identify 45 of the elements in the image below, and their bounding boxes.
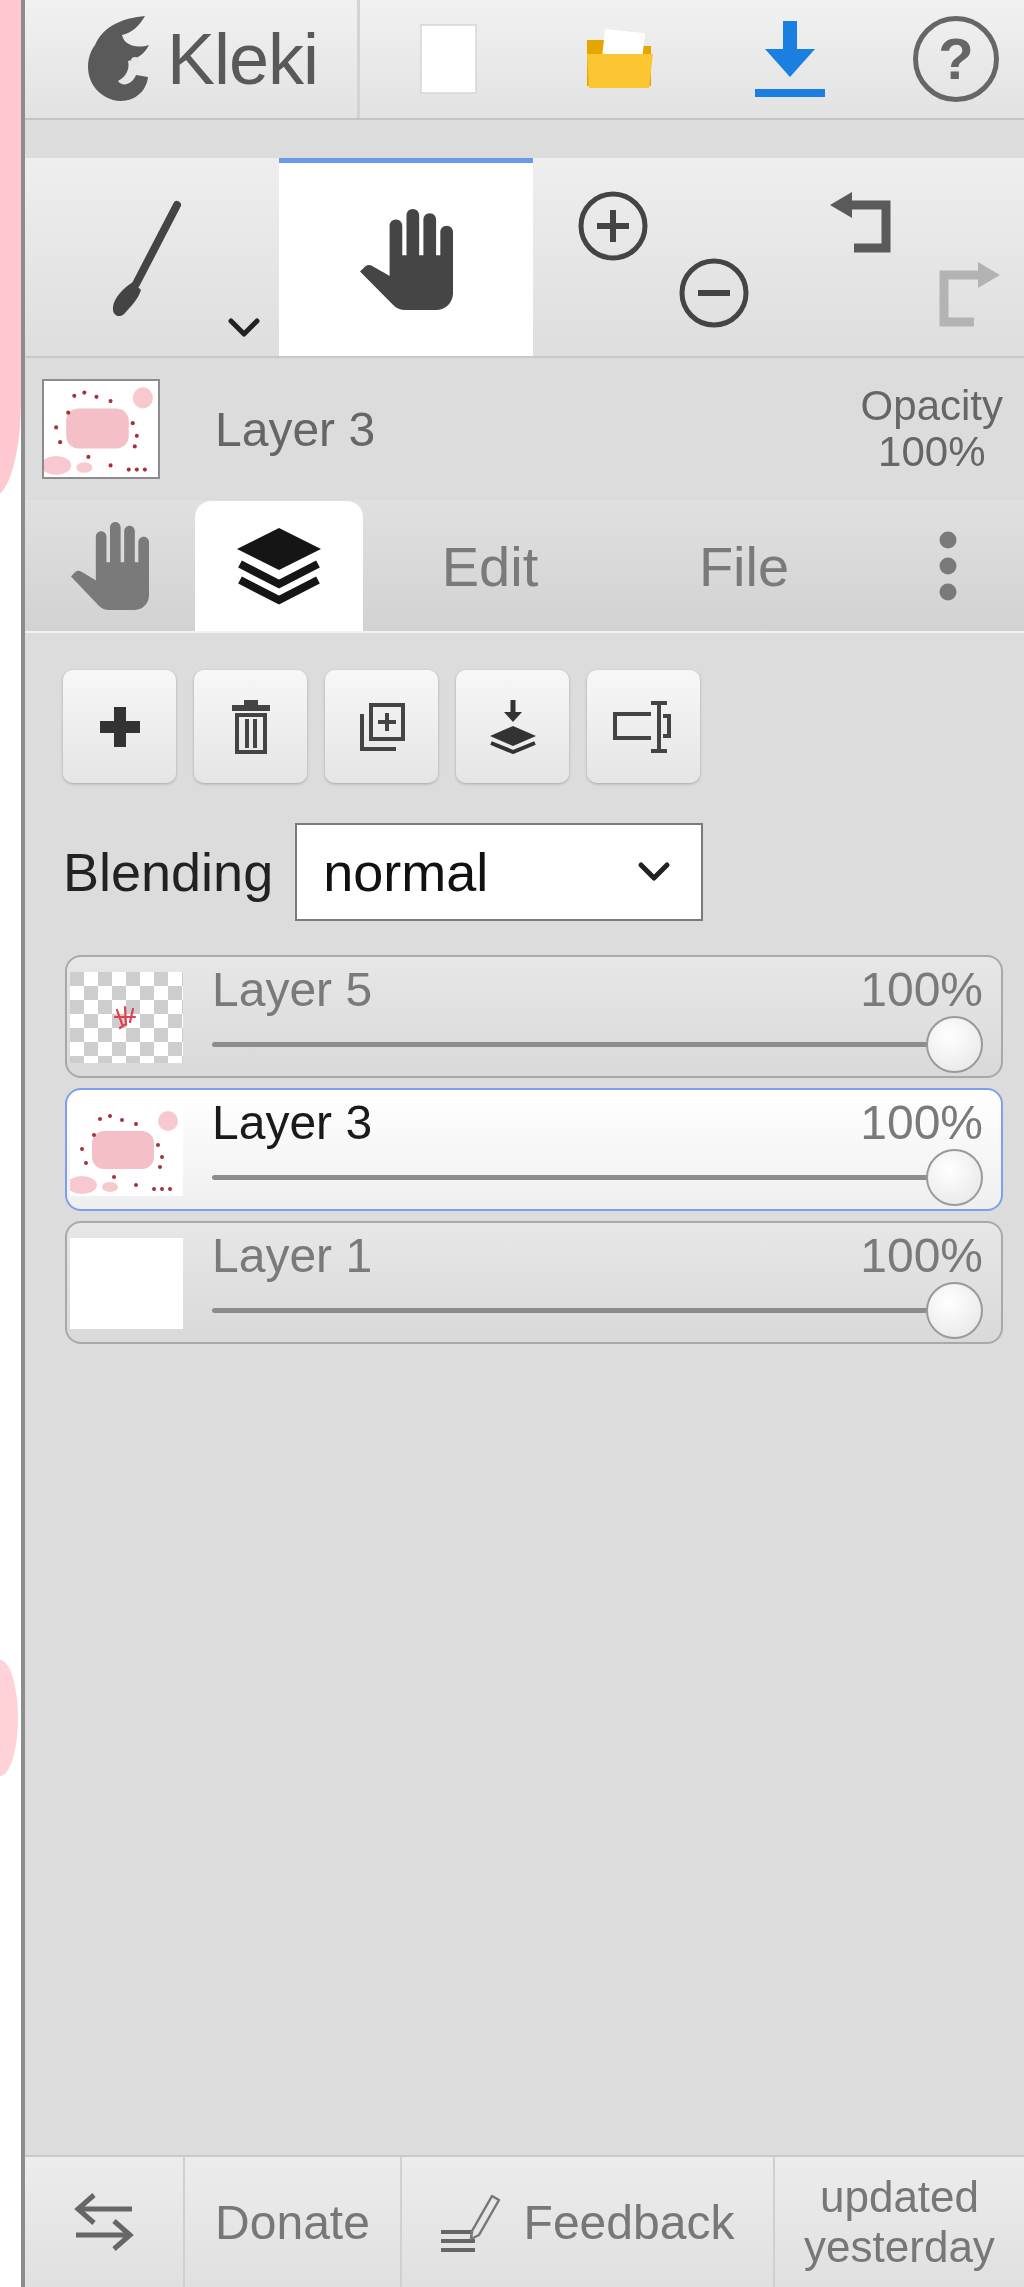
tab[interactable] <box>195 501 363 631</box>
caret-icon <box>637 861 672 883</box>
hand-tool-button[interactable] <box>279 158 533 356</box>
add-layer-button[interactable] <box>63 670 176 783</box>
feedback-button[interactable]: Feedback <box>400 2157 773 2287</box>
caret-icon <box>227 317 261 339</box>
layers-icon <box>235 526 323 606</box>
hand-icon <box>71 522 149 610</box>
donate-button[interactable]: Donate <box>183 2157 400 2287</box>
opacity-slider[interactable] <box>212 1016 983 1073</box>
trash-icon <box>231 699 270 754</box>
merge-down-button[interactable] <box>456 670 569 783</box>
merge-down-icon <box>487 699 538 754</box>
layer-row[interactable]: Layer 5 100% <box>65 955 1003 1078</box>
duplicate-icon <box>357 701 406 752</box>
more-icon[interactable] <box>937 530 958 602</box>
tab[interactable]: File <box>617 501 871 631</box>
opacity-label: Opacity <box>860 383 1003 429</box>
opacity-value: 100% <box>878 429 986 475</box>
updated-button[interactable]: updated yesterday <box>773 2157 1024 2287</box>
logo-link[interactable]: Kleki <box>25 0 360 118</box>
zoom-out-icon[interactable] <box>678 257 750 329</box>
delete-layer-button[interactable] <box>194 670 307 783</box>
opacity-slider[interactable] <box>212 1282 983 1339</box>
zoom-in-icon[interactable] <box>577 190 649 262</box>
blending-select[interactable]: normal <box>295 823 704 921</box>
layer-row[interactable]: Layer 1 100% <box>65 1221 1003 1344</box>
layer-row[interactable]: Layer 3 100% <box>65 1088 1003 1211</box>
slider-thumb[interactable] <box>926 1282 983 1339</box>
download-icon[interactable] <box>755 20 825 98</box>
help-button[interactable]: ? <box>913 16 999 102</box>
layer-opacity: 100% <box>860 1100 983 1146</box>
swap-icon[interactable] <box>72 2192 136 2252</box>
slider-thumb[interactable] <box>926 1016 983 1073</box>
layer-opacity: 100% <box>860 1233 983 1279</box>
layer-name: Layer 3 <box>215 401 377 457</box>
hand-icon <box>359 209 453 310</box>
blending-label: Blending <box>63 841 274 903</box>
duplicate-layer-button[interactable] <box>325 670 438 783</box>
slider-thumb[interactable] <box>926 1149 983 1206</box>
plus-icon <box>99 706 140 747</box>
rename-layer-button[interactable] <box>587 670 700 783</box>
tab[interactable]: Edit <box>363 501 617 631</box>
opacity-slider[interactable] <box>212 1149 983 1206</box>
layer-opacity: 100% <box>860 967 983 1013</box>
